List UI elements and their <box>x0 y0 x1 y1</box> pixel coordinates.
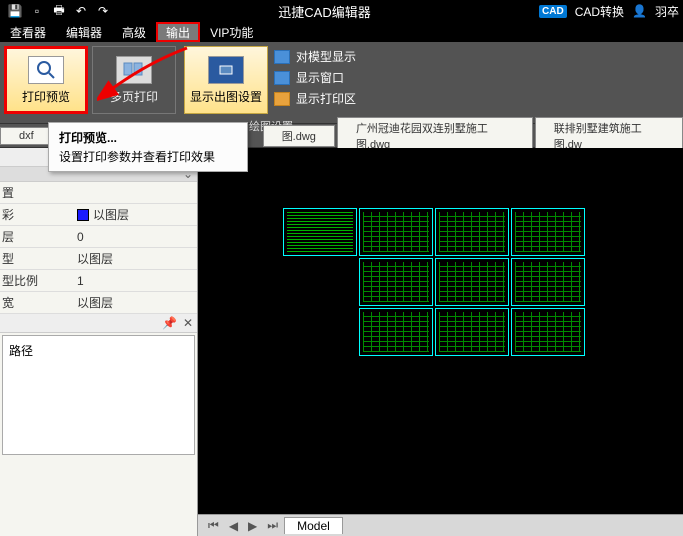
menubar: 查看器 编辑器 高级 输出 VIP功能 <box>0 22 683 42</box>
tooltip-desc: 设置打印参数并查看打印效果 <box>59 148 237 165</box>
tooltip: 打印预览... 设置打印参数并查看打印效果 <box>48 122 248 172</box>
path-box[interactable]: 路径 <box>2 335 195 455</box>
panel-header-2: 📌 ✕ <box>0 314 197 333</box>
tab-nav-next[interactable]: ▶ <box>244 519 261 533</box>
model-tab[interactable]: Model <box>284 517 343 534</box>
cad-thumbnail <box>435 308 509 356</box>
show-model-button[interactable]: 对模型显示 <box>274 48 356 65</box>
cad-thumbnail <box>359 208 433 256</box>
ribbon-group-print: 打印预览 多页打印 <box>0 42 180 123</box>
close-icon[interactable]: ✕ <box>183 316 193 330</box>
menu-output[interactable]: 输出 <box>156 22 200 42</box>
prop-row: 宽以图层 <box>0 292 197 314</box>
save-all-icon[interactable]: ▫ <box>30 4 44 18</box>
color-swatch <box>77 209 89 221</box>
property-grid: 置 彩以图层 层0 型以图层 型比例1 宽以图层 <box>0 182 197 314</box>
file-tab[interactable]: dxf <box>0 127 53 145</box>
prop-row: 型以图层 <box>0 248 197 270</box>
menu-editor[interactable]: 编辑器 <box>56 22 112 42</box>
prop-row: 置 <box>0 182 197 204</box>
screen-icon <box>208 56 244 84</box>
tab-nav-last[interactable]: ⏭ <box>263 518 282 533</box>
canvas-area: ⏮ ◀ ▶ ⏭ Model <box>198 148 683 536</box>
pages-icon <box>116 56 152 84</box>
cad-thumbnails <box>283 208 585 356</box>
menu-vip[interactable]: VIP功能 <box>200 22 263 42</box>
cad-thumbnail <box>435 208 509 256</box>
tab-nav-first[interactable]: ⏮ <box>204 518 223 533</box>
user-label: 羽卒 <box>655 3 679 20</box>
tab-nav-prev[interactable]: ◀ <box>225 519 242 533</box>
titlebar: 💾 ▫ 🖶 ↶ ↷ 迅捷CAD编辑器 CAD CAD转换 👤 羽卒 <box>0 0 683 22</box>
user-icon[interactable]: 👤 <box>632 4 647 18</box>
cad-thumbnail <box>511 258 585 306</box>
cad-thumbnail <box>359 258 433 306</box>
print-area-icon <box>274 92 290 106</box>
cad-thumbnail <box>359 308 433 356</box>
save-icon[interactable]: 💾 <box>8 4 22 18</box>
cad-thumbnail <box>283 208 357 256</box>
print-preview-button[interactable]: 打印预览 <box>4 46 88 114</box>
properties-panel: 📌 ✕ ⌄ 置 彩以图层 层0 型以图层 型比例1 宽以图层 📌 ✕ 路径 <box>0 148 198 536</box>
ribbon-group-display: 显示出图设置 对模型显示 显示窗口 显示打印区 绘图设置 <box>180 42 362 123</box>
redo-icon[interactable]: ↷ <box>96 4 110 18</box>
empty-cell <box>283 308 357 356</box>
main-area: 📌 ✕ ⌄ 置 彩以图层 层0 型以图层 型比例1 宽以图层 📌 ✕ 路径 <box>0 148 683 536</box>
cad-thumbnail <box>511 308 585 356</box>
bottom-tabs: ⏮ ◀ ▶ ⏭ Model <box>198 514 683 536</box>
prop-row: 层0 <box>0 226 197 248</box>
empty-cell <box>283 258 357 306</box>
cad-convert-link[interactable]: CAD转换 <box>575 3 624 20</box>
show-window-button[interactable]: 显示窗口 <box>274 69 356 86</box>
display-settings-label: 显示出图设置 <box>190 88 262 105</box>
quick-access-toolbar: 💾 ▫ 🖶 ↶ ↷ <box>8 4 110 18</box>
undo-icon[interactable]: ↶ <box>74 4 88 18</box>
drawing-canvas[interactable] <box>198 148 683 514</box>
ribbon: 打印预览 多页打印 显示出图设置 对模型显示 <box>0 42 683 124</box>
file-tab[interactable]: 图.dwg <box>263 125 335 147</box>
path-label: 路径 <box>9 344 33 358</box>
titlebar-right: CAD CAD转换 👤 羽卒 <box>539 3 679 20</box>
ribbon-display-options: 对模型显示 显示窗口 显示打印区 <box>270 44 360 116</box>
show-print-area-button[interactable]: 显示打印区 <box>274 90 356 107</box>
cad-thumbnail <box>435 258 509 306</box>
print-icon[interactable]: 🖶 <box>52 4 66 18</box>
multi-print-button[interactable]: 多页打印 <box>92 46 176 114</box>
window-icon <box>274 71 290 85</box>
model-icon <box>274 50 290 64</box>
prop-row: 型比例1 <box>0 270 197 292</box>
multi-print-label: 多页打印 <box>110 88 158 105</box>
show-print-area-label: 显示打印区 <box>296 90 356 107</box>
tooltip-title: 打印预览... <box>59 129 237 146</box>
pin-icon[interactable]: 📌 <box>162 316 177 330</box>
app-title: 迅捷CAD编辑器 <box>110 2 539 21</box>
show-model-label: 对模型显示 <box>296 48 356 65</box>
display-settings-button[interactable]: 显示出图设置 <box>184 46 268 114</box>
show-window-label: 显示窗口 <box>296 69 344 86</box>
menu-viewer[interactable]: 查看器 <box>0 22 56 42</box>
menu-advanced[interactable]: 高级 <box>112 22 156 42</box>
cad-badge: CAD <box>539 5 567 18</box>
cad-thumbnail <box>511 208 585 256</box>
prop-row: 彩以图层 <box>0 204 197 226</box>
magnifier-icon <box>28 56 64 84</box>
print-preview-label: 打印预览 <box>22 88 70 105</box>
